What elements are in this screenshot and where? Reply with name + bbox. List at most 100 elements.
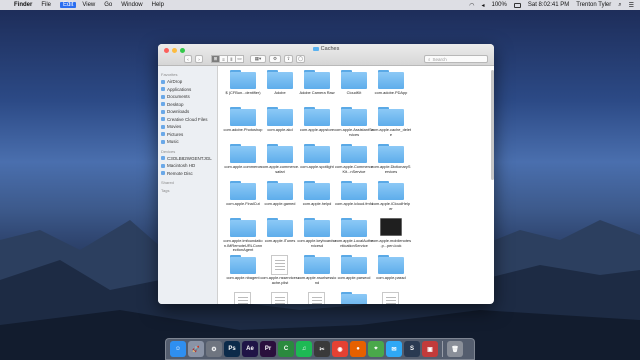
file-item[interactable]: com.apple.nsservicescache.plist bbox=[260, 255, 300, 295]
file-item[interactable]: com.apple.iTunes bbox=[260, 218, 300, 258]
dock-separator bbox=[442, 341, 443, 357]
file-item[interactable]: com.apple.cache_delete bbox=[371, 107, 411, 147]
file-item[interactable] bbox=[260, 292, 300, 304]
spotlight-icon[interactable]: ⌕ bbox=[618, 2, 621, 9]
file-item[interactable]: Adobe bbox=[260, 70, 300, 110]
notification-center-icon[interactable]: ☰ bbox=[629, 2, 634, 9]
menu-edit[interactable]: Edit bbox=[60, 2, 77, 8]
file-item[interactable] bbox=[223, 292, 263, 304]
document-icon bbox=[308, 292, 325, 304]
menu-file[interactable]: File bbox=[41, 2, 51, 8]
share-button[interactable]: ⇪ bbox=[284, 55, 293, 63]
final-cut-icon[interactable]: ✂ bbox=[314, 341, 330, 357]
file-item[interactable]: com.adobe.Photoshop bbox=[223, 107, 263, 147]
sidebar-device-item[interactable]: C3OLB82WGENTJGL bbox=[161, 155, 217, 163]
after-effects-icon[interactable]: Ae bbox=[242, 341, 258, 357]
file-item[interactable]: com.apple.akd bbox=[260, 107, 300, 147]
gallery-view-button[interactable]: ▭ bbox=[235, 55, 244, 63]
file-item[interactable]: com.apple.CommerceKit...nService bbox=[334, 144, 374, 184]
maps-icon[interactable]: ⌖ bbox=[368, 341, 384, 357]
arrange-button[interactable]: ▦▾ bbox=[250, 55, 266, 63]
premiere-icon[interactable]: Pr bbox=[260, 341, 276, 357]
launchpad-icon[interactable]: 🚀 bbox=[188, 341, 204, 357]
file-item[interactable]: com.apple.LocalAuthenticationService bbox=[334, 218, 374, 258]
title-bar[interactable]: Caches ‹ › ⊞ ≡ ⫴ ▭ ▦▾ ⚙ ⇪ ◯ ⌕ Search bbox=[158, 44, 494, 66]
menu-window[interactable]: Window bbox=[121, 2, 142, 8]
menu-help[interactable]: Help bbox=[152, 2, 164, 8]
vertical-scrollbar[interactable] bbox=[491, 70, 494, 180]
file-item[interactable]: com.apple.commerce bbox=[223, 144, 263, 184]
file-item[interactable] bbox=[297, 292, 337, 304]
camtasia-icon[interactable]: C bbox=[278, 341, 294, 357]
search-field[interactable]: ⌕ Search bbox=[424, 55, 488, 63]
photo-booth-icon[interactable]: ▣ bbox=[422, 341, 438, 357]
messages-icon[interactable]: ✉ bbox=[386, 341, 402, 357]
sidebar-favorite-item[interactable]: Movies bbox=[161, 123, 217, 131]
sidebar-device-item[interactable]: Remote Disc bbox=[161, 170, 217, 178]
file-item[interactable]: com.apple.imfoundation.IMRemoteURLConnec… bbox=[223, 218, 263, 258]
volume-icon[interactable]: ◂ bbox=[481, 2, 484, 9]
user-name[interactable]: Trenton Tyler bbox=[576, 2, 611, 8]
file-item[interactable]: com.apple.keyboardservicesd bbox=[297, 218, 337, 258]
file-item[interactable]: com.apple.nbagent bbox=[223, 255, 263, 295]
file-item[interactable]: com.apple.DictionaryServices bbox=[371, 144, 411, 184]
file-item-label: com.apple.LocalAuthenticationService bbox=[334, 238, 374, 248]
sidebar-favorite-item[interactable]: AirDrop bbox=[161, 78, 217, 86]
file-item[interactable]: com.apple.AssistantServices bbox=[334, 107, 374, 147]
battery-percent[interactable]: 100% bbox=[492, 2, 507, 8]
sidebar-favorite-item[interactable]: Documents bbox=[161, 93, 217, 101]
sidebar-favorite-item[interactable]: Pictures bbox=[161, 131, 217, 139]
firefox-icon[interactable]: ● bbox=[350, 341, 366, 357]
tag-button[interactable]: ◯ bbox=[296, 55, 305, 63]
file-item-label: com.apple.icloud.fmfd bbox=[335, 201, 373, 206]
forward-button[interactable]: › bbox=[195, 55, 203, 63]
file-item[interactable] bbox=[334, 292, 374, 304]
sidebar-device-item[interactable]: Macintosh HD bbox=[161, 162, 217, 170]
file-item[interactable]: com.apple.FinalCut bbox=[223, 181, 263, 221]
back-button[interactable]: ‹ bbox=[184, 55, 192, 63]
trash-icon[interactable]: 🗑 bbox=[447, 341, 463, 357]
file-item[interactable]: com.apple.parsecd bbox=[334, 255, 374, 295]
finder-icon[interactable]: ☺ bbox=[170, 341, 186, 357]
sidebar-favorite-item[interactable]: Downloads bbox=[161, 108, 217, 116]
file-item-label: CloudKit bbox=[346, 90, 362, 95]
sidebar-favorite-item[interactable]: Applications bbox=[161, 86, 217, 94]
file-item[interactable]: com.apple.helpd bbox=[297, 181, 337, 221]
menu-view[interactable]: View bbox=[82, 2, 95, 8]
file-item[interactable]: $ (CFBun...dentifier) bbox=[223, 70, 263, 110]
file-item[interactable]: com.apple.icloud.fmfd bbox=[334, 181, 374, 221]
file-item[interactable]: Adobe Camera Raw bbox=[297, 70, 337, 110]
file-item[interactable]: CloudKit bbox=[334, 70, 374, 110]
sidebar-favorite-item[interactable]: Desktop bbox=[161, 101, 217, 109]
downloads-icon bbox=[161, 109, 165, 114]
file-item[interactable]: com.apple.appstore bbox=[297, 107, 337, 147]
wifi-icon[interactable]: ◠ bbox=[469, 2, 474, 9]
file-item[interactable]: com.apple.iCloudHelper bbox=[371, 181, 411, 221]
folder-icon bbox=[230, 70, 256, 89]
steam-icon[interactable]: S bbox=[404, 341, 420, 357]
sidebar-favorite-item[interactable]: Music bbox=[161, 138, 217, 146]
file-item[interactable]: com.apple.nsurlsessiond bbox=[297, 255, 337, 295]
file-item-label: com.apple.AssistantServices bbox=[334, 127, 374, 137]
battery-icon[interactable] bbox=[513, 2, 521, 8]
file-item[interactable] bbox=[371, 292, 411, 304]
tags-header[interactable]: Tags bbox=[161, 188, 217, 193]
menu-go[interactable]: Go bbox=[104, 2, 112, 8]
file-item[interactable]: com.apple.passd bbox=[371, 255, 411, 295]
photoshop-icon[interactable]: Ps bbox=[224, 341, 240, 357]
menu-finder[interactable]: Finder bbox=[14, 2, 32, 8]
spotify-icon[interactable]: ♫ bbox=[296, 341, 312, 357]
clock[interactable]: Sat 8:02:41 PM bbox=[528, 2, 569, 8]
folder-icon bbox=[341, 144, 367, 163]
action-gear-button[interactable]: ⚙ bbox=[269, 55, 281, 63]
sidebar-favorite-item-label: Downloads bbox=[167, 109, 190, 115]
shared-header[interactable]: Shared bbox=[161, 180, 217, 185]
system-preferences-icon[interactable]: ⚙ bbox=[206, 341, 222, 357]
file-item[interactable]: com.apple.gamed bbox=[260, 181, 300, 221]
chrome-icon[interactable]: ◉ bbox=[332, 341, 348, 357]
file-item[interactable]: com.adobe.PDApp bbox=[371, 70, 411, 110]
file-item[interactable]: com.apple.spotlight bbox=[297, 144, 337, 184]
sidebar-favorite-item[interactable]: Creative Cloud Files bbox=[161, 116, 217, 124]
file-item[interactable]: com.apple.commerce.safari bbox=[260, 144, 300, 184]
file-item[interactable]: com.apple.mobilenotes.p...pen.lock bbox=[371, 218, 411, 258]
